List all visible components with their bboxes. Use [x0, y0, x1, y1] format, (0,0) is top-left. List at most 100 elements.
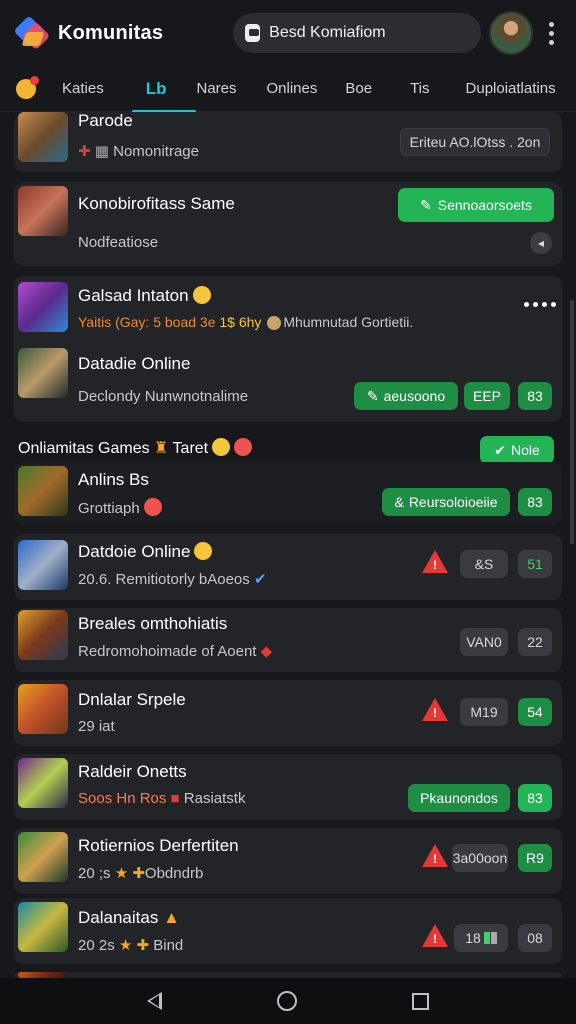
- warning-icon: [422, 844, 448, 868]
- item-title: Datadie Online: [78, 354, 191, 373]
- item-subtitle: 20 ;s ★ ✚Obdndrb: [78, 865, 204, 882]
- recent-apps-icon[interactable]: [411, 992, 429, 1010]
- item-subtitle: 20 2s ★ ✚ Bind: [78, 937, 184, 954]
- tab-bar: Katies Lb Nares Onlines Boe Tis Duploiat…: [0, 66, 576, 113]
- item-title: Dnlalar Srpele: [78, 690, 186, 709]
- list-item[interactable]: Konobirofitass Same Nodfeatiose ✎ Sennoao…: [14, 182, 562, 266]
- item-title: Dalanaitas ▲: [78, 908, 180, 927]
- count-badge: 54: [518, 698, 552, 726]
- list-item[interactable]: Anlins Bs Grottiaph & Reursoloioeiie 83: [14, 462, 562, 524]
- list-item[interactable]: Parode ✚ ▦ Nomonitrage Eriteu AO.lOtss .…: [14, 111, 562, 172]
- tab-lb[interactable]: Lb: [131, 66, 196, 113]
- tab-nares[interactable]: Nares: [196, 66, 236, 112]
- badge-pill: EEP: [464, 382, 510, 410]
- system-nav-bar: [0, 978, 576, 1024]
- count-badge: 83: [518, 784, 552, 812]
- app-title: Komunitas: [58, 21, 164, 44]
- star-icon: ★: [114, 865, 129, 882]
- flame-icon: ♜: [154, 440, 169, 457]
- count-badge: 83: [518, 488, 552, 516]
- list-item-group: Galsad Intaton Yaitis (Gay: 5 boad 3e 1$…: [14, 276, 562, 422]
- search-box[interactable]: [233, 13, 482, 53]
- smile-emoji-icon: [192, 286, 211, 304]
- count-badge: 51: [518, 550, 552, 578]
- list-item[interactable]: Datdoie Online 20.6. Remitiotorly bAoeos…: [14, 534, 562, 600]
- tab-katies[interactable]: Katies: [62, 66, 104, 112]
- status-pill: &S: [460, 550, 508, 578]
- count-badge: 83: [518, 382, 552, 410]
- angry-emoji-icon: [234, 438, 253, 456]
- star-icon: ✚: [136, 937, 150, 954]
- diamond-icon: ◆: [260, 643, 273, 660]
- item-title: Konobirofitass Same: [78, 194, 235, 213]
- top-bar: Komunitas: [0, 0, 576, 66]
- tab-tis[interactable]: Tis: [410, 66, 429, 112]
- star-icon: ✚: [132, 865, 145, 882]
- game-thumbnail: [18, 758, 68, 808]
- tab-boe[interactable]: Boe: [345, 66, 372, 112]
- count-badge: R9: [518, 844, 552, 872]
- info-pill: Eriteu AO.lOtss . 2on: [400, 128, 550, 156]
- search-input[interactable]: [269, 24, 470, 42]
- item-title: Datdoie Online: [78, 542, 213, 562]
- tab-duploiatlatins[interactable]: Duploiatlatins: [466, 66, 556, 112]
- item-subtitle: Soos Hn Ros ■ Rasiatstk: [78, 790, 246, 807]
- emoji-icon[interactable]: [16, 75, 39, 99]
- item-subtitle: Declondy Nunwnotnalime: [78, 388, 249, 405]
- item-subtitle: Nodfeatiose: [78, 234, 159, 251]
- scrollbar[interactable]: [570, 300, 574, 544]
- item-title: Raldeir Onetts: [78, 762, 187, 781]
- list-item[interactable]: Raldeir Onetts Soos Hn Ros ■ Rasiatstk P…: [14, 754, 562, 820]
- game-thumbnail: [18, 902, 68, 952]
- join-button[interactable]: ✎ Sennoaorsoets: [398, 188, 554, 222]
- list-item[interactable]: Rotiernios Derfertiten 20 ;s ★ ✚Obdndrb …: [14, 828, 562, 894]
- item-subtitle: Grottiaph: [78, 498, 162, 517]
- flag-icon: ✚: [78, 143, 91, 160]
- grid-icon: ▦: [94, 143, 109, 160]
- status-pill: M19: [460, 698, 508, 726]
- list-item[interactable]: Breales omthohiatis Redromohoimade of Ao…: [14, 608, 562, 672]
- back-icon[interactable]: [147, 992, 163, 1010]
- warning-icon: [422, 550, 448, 574]
- item-title: Rotiernios Derfertiten: [78, 836, 239, 855]
- tab-onlines[interactable]: Onlines: [267, 66, 318, 112]
- home-icon[interactable]: [276, 991, 297, 1011]
- more-options-icon[interactable]: [524, 302, 556, 307]
- game-thumbnail: [18, 466, 68, 516]
- game-thumbnail: [18, 282, 68, 332]
- angry-emoji-icon: [143, 498, 162, 516]
- badge-icon: ■: [170, 790, 180, 807]
- item-title: Parode: [78, 111, 133, 130]
- star-icon: ★: [118, 937, 133, 954]
- join-button[interactable]: & Reursoloioeiie: [382, 488, 510, 516]
- game-thumbnail: [18, 540, 68, 590]
- game-thumbnail: [18, 112, 68, 162]
- mode-button[interactable]: ✔ Nole: [480, 436, 554, 464]
- collapse-icon[interactable]: ◂: [530, 232, 552, 254]
- list-item[interactable]: Dalanaitas ▲ 20 2s ★ ✚ Bind 18 08: [14, 898, 562, 964]
- bar-icon: [490, 932, 497, 944]
- search-icon: [245, 24, 261, 42]
- app-logo: [13, 15, 51, 51]
- bar-icon: [483, 932, 490, 944]
- smile-emoji-icon: [194, 542, 213, 560]
- game-thumbnail: [18, 684, 68, 734]
- user-avatar[interactable]: [489, 11, 534, 55]
- status-pill: VAN0: [460, 628, 508, 656]
- item-title: Anlins Bs: [78, 470, 149, 489]
- join-button[interactable]: ✎ aeusoono: [354, 382, 458, 410]
- status-pill: 18: [454, 924, 508, 952]
- warning-icon: [422, 924, 448, 948]
- item-title: Breales omthohiatis: [78, 614, 228, 633]
- check-icon: ✔: [494, 441, 506, 458]
- more-options-icon[interactable]: [549, 21, 555, 45]
- item-subtitle: ✚ ▦ Nomonitrage: [78, 143, 199, 160]
- item-subtitle: Yaitis (Gay: 5 boad 3e 1$ 6hy Mhumnutad …: [78, 314, 414, 330]
- join-button[interactable]: Pkaunondos: [408, 784, 510, 812]
- count-badge: 22: [518, 628, 552, 656]
- item-title: Galsad Intaton: [78, 286, 211, 306]
- section-title: Onliamitas Games ♜ Taret: [18, 438, 253, 458]
- tag-icon: ✎: [366, 387, 379, 404]
- list-item[interactable]: Dnlalar Srpele 29 iat M19 54: [14, 680, 562, 746]
- item-subtitle: 20.6. Remitiotorly bAoeos ✔: [78, 571, 267, 588]
